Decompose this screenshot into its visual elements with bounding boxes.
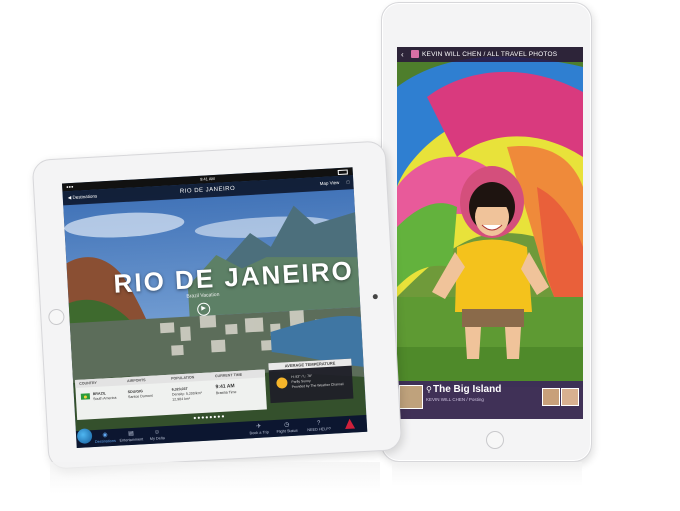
tab-label: My Delta <box>149 436 165 441</box>
tab-label: Entertainment <box>119 437 144 443</box>
back-chevron-icon[interactable]: ‹ <box>401 47 404 62</box>
tab-label: Destinations <box>94 438 116 445</box>
tab-need-help[interactable]: ? NEED HELP? <box>302 420 337 433</box>
child-under-parachute-photo <box>397 47 583 419</box>
ipad-landscape: ●●● 9:41 AM ◀ Destinations RIO DE JANEIR… <box>31 140 403 470</box>
front-camera <box>372 294 378 300</box>
tab-book-a-trip[interactable]: ✈ Book a Trip <box>244 423 275 436</box>
photos-top-bar: ‹ KEVIN WILL CHEN / ALL TRAVEL PHOTOS <box>397 47 583 62</box>
current-time-value: 9:41 AM <box>215 383 235 391</box>
share-icon[interactable]: □ <box>346 175 349 189</box>
status-time: 9:41 AM <box>199 175 215 182</box>
country-sub: South America <box>92 395 117 402</box>
tab-flight-status[interactable]: ◷ Flight Status <box>272 421 303 434</box>
delta-app-screen: ●●● 9:41 AM ◀ Destinations RIO DE JANEIR… <box>61 167 368 449</box>
photo-caption-bar: ⚲ The Big Island KEVIN WILL CHEN / Posti… <box>397 381 583 419</box>
sun-icon <box>276 377 288 389</box>
brazil-flag-icon <box>80 393 91 400</box>
reflection-right <box>392 462 582 486</box>
current-time-zone: Brasilia Time <box>215 390 237 396</box>
tab-my-delta[interactable]: ☺ My Delta <box>142 429 173 442</box>
photo-viewer-screen: ‹ KEVIN WILL CHEN / ALL TRAVEL PHOTOS ⚲ … <box>397 47 583 419</box>
tab-label: Flight Status <box>276 428 298 434</box>
thumbnail-2[interactable] <box>561 388 579 406</box>
ipad-portrait: ‹ KEVIN WILL CHEN / ALL TRAVEL PHOTOS ⚲ … <box>381 2 592 462</box>
weather-panel: AVERAGE TEMPERATURE H: 83° / L: 78° Part… <box>268 358 354 404</box>
photos-header-text: KEVIN WILL CHEN / ALL TRAVEL PHOTOS <box>422 51 558 58</box>
photographer-thumbnail[interactable] <box>399 385 423 409</box>
tab-label: NEED HELP? <box>307 426 332 433</box>
airports-sub: Santos Dumont <box>127 393 153 400</box>
home-button[interactable] <box>486 431 504 449</box>
location-pin-icon: ⚲ <box>426 385 432 394</box>
thumbnail-1[interactable] <box>542 388 560 406</box>
reflection-left <box>50 462 380 494</box>
home-button[interactable] <box>47 308 65 326</box>
population-area: 12,984 km² <box>172 396 191 402</box>
user-avatar <box>411 50 419 58</box>
tab-label: Book a Trip <box>249 430 269 436</box>
back-button[interactable]: ◀ Destinations <box>67 190 98 206</box>
map-view-button[interactable]: Map View <box>319 176 340 191</box>
photo-title: The Big Island <box>433 384 502 395</box>
battery-icon <box>337 169 348 176</box>
photo-subtitle: KEVIN WILL CHEN / Posting <box>426 397 484 402</box>
delta-logo-icon <box>344 418 356 430</box>
back-label: Destinations <box>72 193 98 200</box>
